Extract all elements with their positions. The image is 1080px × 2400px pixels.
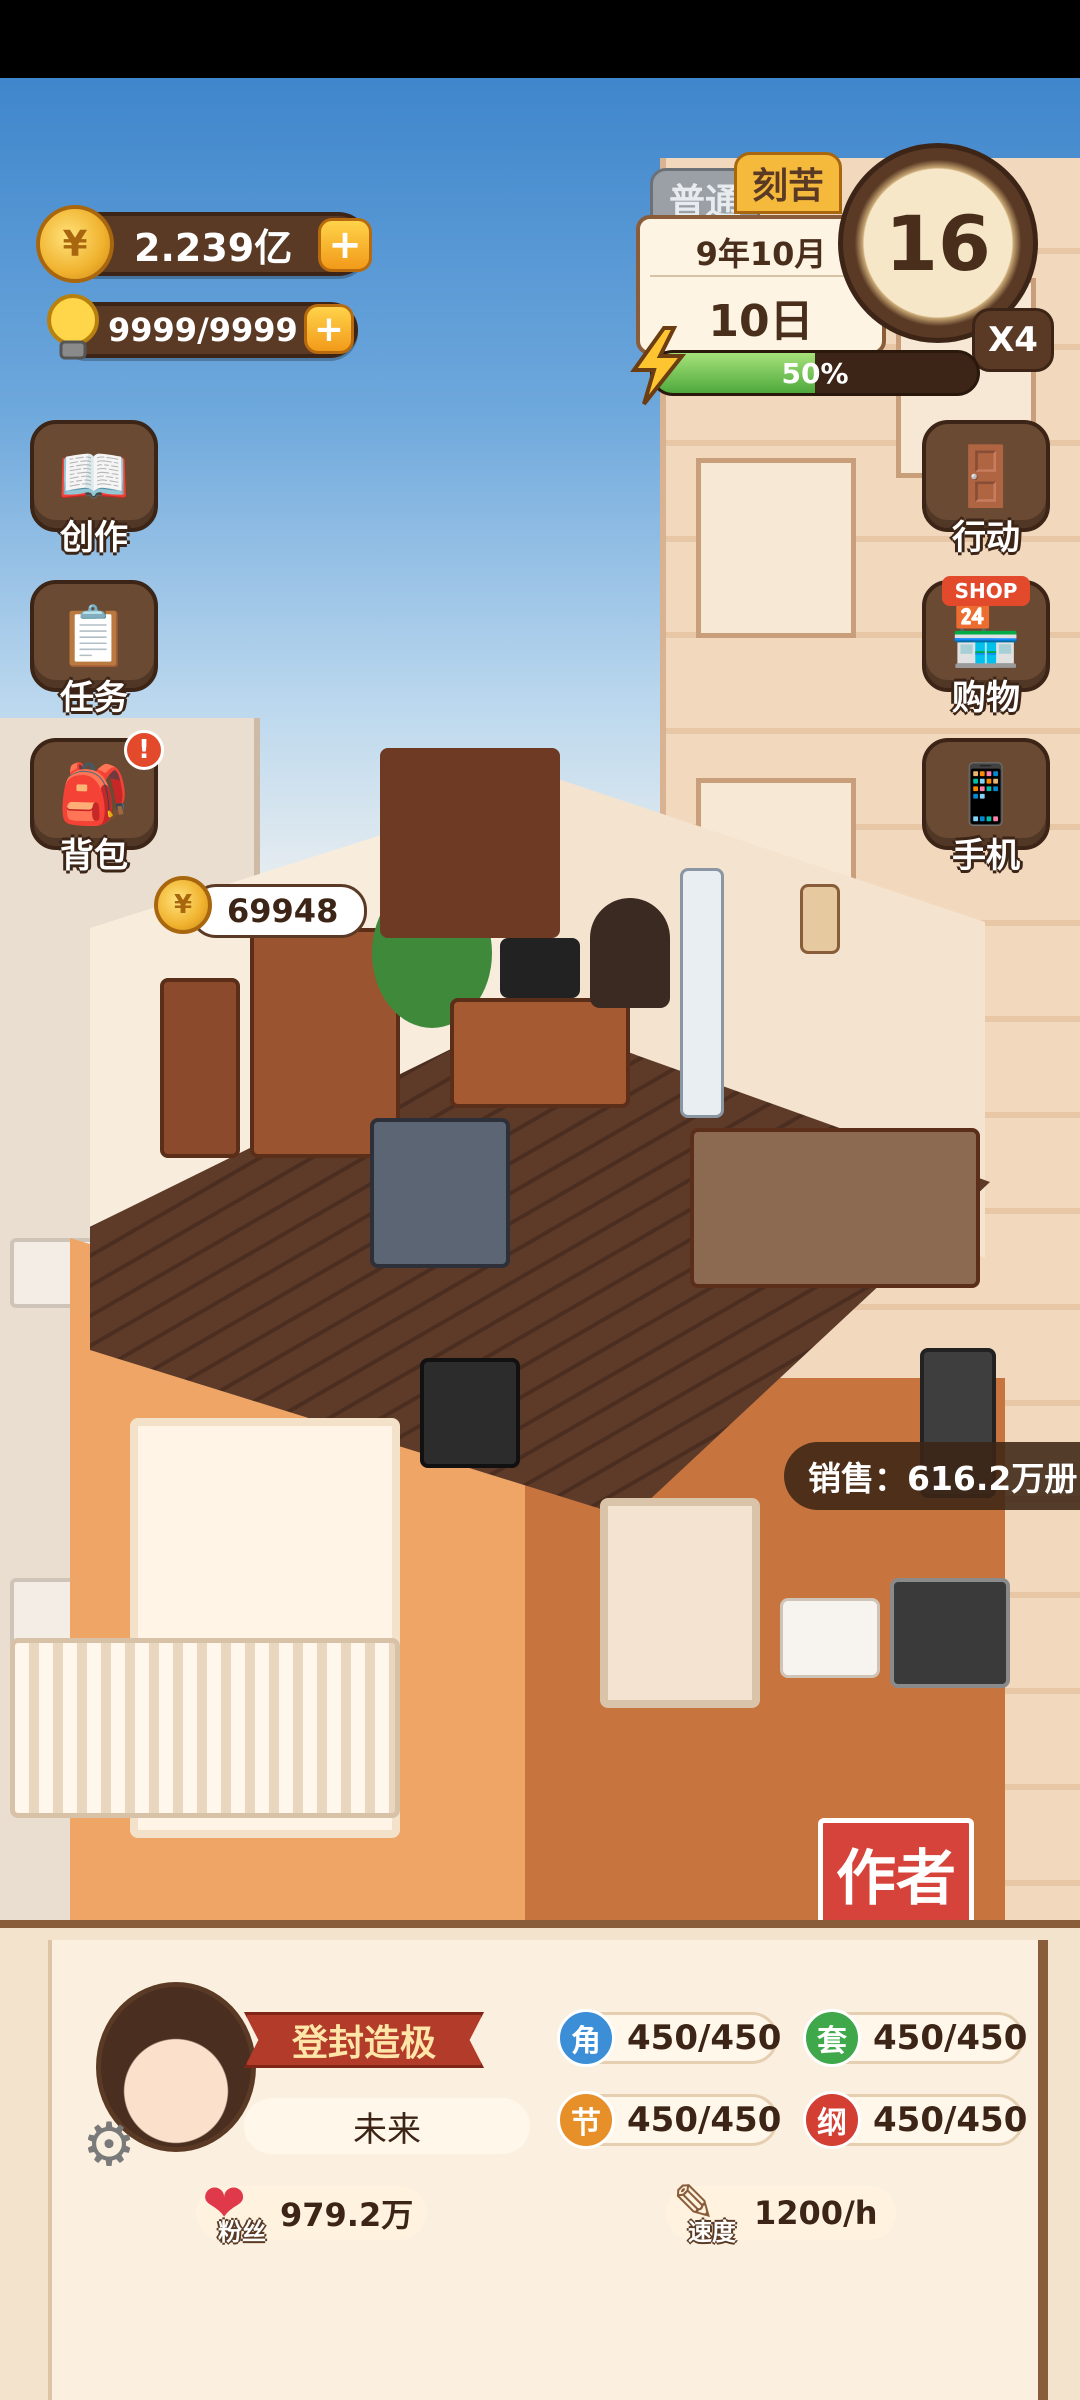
coin-bubble-value: 69948 bbox=[227, 892, 339, 930]
coin-icon: ¥ bbox=[154, 876, 212, 934]
speed-label: 速度 bbox=[688, 2218, 736, 2246]
title-ribbon: 登封造极 bbox=[244, 2012, 484, 2068]
window-curtain bbox=[380, 748, 560, 938]
stat-jiao: 角 450/450 bbox=[557, 2009, 782, 2067]
fans-display: ❤ 粉丝 979.2万 bbox=[196, 2174, 426, 2246]
desk[interactable] bbox=[450, 998, 630, 1108]
wall-window bbox=[600, 1498, 760, 1708]
stat-value: 450/450 bbox=[627, 2100, 782, 2140]
shop-sign: SHOP bbox=[942, 576, 1030, 606]
tasks-button[interactable]: 📋 任务 bbox=[24, 580, 164, 720]
lightning-icon[interactable] bbox=[626, 326, 692, 406]
fans-value: 979.2万 bbox=[280, 2196, 414, 2234]
status-bar bbox=[0, 0, 1080, 78]
gear-icon[interactable]: ⚙ bbox=[76, 2110, 142, 2180]
computer-monitor[interactable] bbox=[500, 938, 580, 998]
fans-label: 粉丝 bbox=[218, 2218, 266, 2246]
stat-icon-tao: 套 bbox=[803, 2009, 861, 2067]
building-window bbox=[696, 458, 856, 638]
dog-house[interactable] bbox=[370, 1118, 510, 1268]
shop-button[interactable]: 🏪 SHOP 购物 bbox=[916, 576, 1056, 720]
player-character[interactable] bbox=[590, 898, 670, 1008]
wall-poster bbox=[800, 884, 840, 954]
tower-fan[interactable] bbox=[680, 868, 724, 1118]
action-label: 行动 bbox=[952, 518, 1020, 558]
tab-hard[interactable]: 刻苦 bbox=[734, 152, 842, 214]
bed[interactable] bbox=[690, 1128, 980, 1288]
wall-tv bbox=[890, 1578, 1010, 1688]
stat-value: 450/450 bbox=[627, 2018, 782, 2058]
stat-icon-jiao: 角 bbox=[557, 2009, 615, 2067]
speed-multiplier-button[interactable]: X4 bbox=[972, 308, 1054, 372]
stat-tao: 套 450/450 bbox=[803, 2009, 1028, 2067]
add-coins-button[interactable]: + bbox=[318, 218, 372, 272]
stat-gang: 纲 450/450 bbox=[803, 2091, 1028, 2149]
coin-bubble[interactable]: 69948 bbox=[190, 884, 368, 938]
add-energy-button[interactable]: + bbox=[304, 304, 354, 354]
create-label: 创作 bbox=[60, 518, 128, 558]
action-button[interactable]: 🚪 行动 bbox=[916, 420, 1056, 560]
shop-label: 购物 bbox=[952, 678, 1020, 718]
lightbulb-icon bbox=[42, 292, 104, 368]
phone-button[interactable]: 📱 手机 bbox=[916, 738, 1056, 878]
divider bbox=[650, 275, 872, 277]
ac-unit bbox=[780, 1598, 880, 1678]
backpack-label: 背包 bbox=[60, 836, 128, 876]
clock-value: 16 bbox=[885, 198, 991, 288]
create-button[interactable]: 📖 创作 bbox=[24, 420, 164, 560]
floor-tv[interactable] bbox=[420, 1358, 520, 1468]
door[interactable] bbox=[160, 978, 240, 1158]
energy-value: 9999/9999 bbox=[108, 311, 298, 349]
notification-badge: ! bbox=[124, 730, 164, 770]
coin-icon: ¥ bbox=[36, 205, 114, 283]
energy-progress-bar: 50% bbox=[650, 350, 980, 396]
sales-label: 销售：616.2万册 bbox=[784, 1442, 1080, 1510]
stat-value: 450/450 bbox=[873, 2100, 1028, 2140]
sales-text: 销售：616.2万册 bbox=[808, 1459, 1078, 1498]
speed-display: ✎ 速度 1200/h bbox=[666, 2174, 896, 2246]
tasks-label: 任务 bbox=[60, 678, 128, 718]
phone-label: 手机 bbox=[952, 836, 1020, 876]
speed-value: 1200/h bbox=[754, 2194, 878, 2232]
stat-value: 450/450 bbox=[873, 2018, 1028, 2058]
player-name: 未来 bbox=[244, 2098, 530, 2154]
stat-icon-gang: 纲 bbox=[803, 2091, 861, 2149]
stat-icon-jie: 节 bbox=[557, 2091, 615, 2149]
stat-jie: 节 450/450 bbox=[557, 2091, 782, 2149]
energy-progress-text: 50% bbox=[781, 357, 849, 390]
balcony-railing bbox=[10, 1638, 400, 1818]
author-sign[interactable]: 作者 bbox=[818, 1818, 974, 1928]
backpack-button[interactable]: 🎒 ! 背包 bbox=[24, 730, 164, 878]
coins-value: 2.239亿 bbox=[134, 225, 293, 270]
